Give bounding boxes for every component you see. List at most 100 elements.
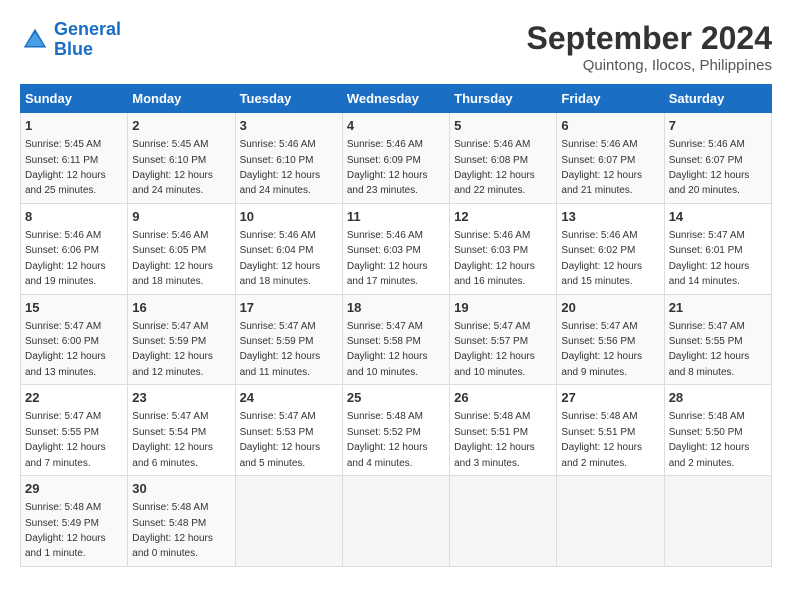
day-number: 10 [240, 208, 338, 226]
day-info: Sunrise: 5:48 AMSunset: 5:50 PMDaylight:… [669, 411, 750, 468]
empty-cell [557, 476, 664, 567]
col-monday: Monday [128, 85, 235, 113]
table-row: 10 Sunrise: 5:46 AMSunset: 6:04 PMDaylig… [235, 203, 342, 294]
day-number: 16 [132, 299, 230, 317]
day-info: Sunrise: 5:48 AMSunset: 5:49 PMDaylight:… [25, 502, 106, 559]
table-row: 19 Sunrise: 5:47 AMSunset: 5:57 PMDaylig… [450, 294, 557, 385]
logo-icon [20, 25, 50, 55]
day-info: Sunrise: 5:47 AMSunset: 5:56 PMDaylight:… [561, 321, 642, 378]
day-number: 21 [669, 299, 767, 317]
month-title: September 2024 [527, 20, 772, 57]
table-row: 25 Sunrise: 5:48 AMSunset: 5:52 PMDaylig… [342, 385, 449, 476]
day-number: 26 [454, 389, 552, 407]
day-info: Sunrise: 5:47 AMSunset: 5:59 PMDaylight:… [132, 321, 213, 378]
table-row: 1 Sunrise: 5:45 AMSunset: 6:11 PMDayligh… [21, 113, 128, 204]
table-row: 30 Sunrise: 5:48 AMSunset: 5:48 PMDaylig… [128, 476, 235, 567]
col-tuesday: Tuesday [235, 85, 342, 113]
day-info: Sunrise: 5:45 AMSunset: 6:11 PMDaylight:… [25, 139, 106, 196]
day-number: 2 [132, 117, 230, 135]
table-row: 27 Sunrise: 5:48 AMSunset: 5:51 PMDaylig… [557, 385, 664, 476]
table-row: 5 Sunrise: 5:46 AMSunset: 6:08 PMDayligh… [450, 113, 557, 204]
calendar-table: Sunday Monday Tuesday Wednesday Thursday… [20, 84, 772, 567]
day-info: Sunrise: 5:47 AMSunset: 5:58 PMDaylight:… [347, 321, 428, 378]
table-row: 17 Sunrise: 5:47 AMSunset: 5:59 PMDaylig… [235, 294, 342, 385]
col-friday: Friday [557, 85, 664, 113]
calendar-week-2: 8 Sunrise: 5:46 AMSunset: 6:06 PMDayligh… [21, 203, 772, 294]
day-number: 8 [25, 208, 123, 226]
empty-cell [664, 476, 771, 567]
calendar-header-row: Sunday Monday Tuesday Wednesday Thursday… [21, 85, 772, 113]
table-row: 11 Sunrise: 5:46 AMSunset: 6:03 PMDaylig… [342, 203, 449, 294]
day-number: 1 [25, 117, 123, 135]
title-area: September 2024 Quintong, Ilocos, Philipp… [527, 20, 772, 74]
day-number: 6 [561, 117, 659, 135]
day-info: Sunrise: 5:46 AMSunset: 6:02 PMDaylight:… [561, 230, 642, 287]
day-info: Sunrise: 5:46 AMSunset: 6:08 PMDaylight:… [454, 139, 535, 196]
day-number: 18 [347, 299, 445, 317]
table-row: 20 Sunrise: 5:47 AMSunset: 5:56 PMDaylig… [557, 294, 664, 385]
day-info: Sunrise: 5:46 AMSunset: 6:04 PMDaylight:… [240, 230, 321, 287]
empty-cell [450, 476, 557, 567]
calendar-week-4: 22 Sunrise: 5:47 AMSunset: 5:55 PMDaylig… [21, 385, 772, 476]
day-info: Sunrise: 5:46 AMSunset: 6:05 PMDaylight:… [132, 230, 213, 287]
day-number: 14 [669, 208, 767, 226]
day-number: 4 [347, 117, 445, 135]
day-info: Sunrise: 5:47 AMSunset: 6:00 PMDaylight:… [25, 321, 106, 378]
day-number: 5 [454, 117, 552, 135]
day-number: 9 [132, 208, 230, 226]
table-row: 15 Sunrise: 5:47 AMSunset: 6:00 PMDaylig… [21, 294, 128, 385]
day-info: Sunrise: 5:48 AMSunset: 5:48 PMDaylight:… [132, 502, 213, 559]
day-info: Sunrise: 5:46 AMSunset: 6:09 PMDaylight:… [347, 139, 428, 196]
day-number: 17 [240, 299, 338, 317]
page-header: General Blue September 2024 Quintong, Il… [20, 20, 772, 74]
logo-line2: Blue [54, 39, 93, 59]
day-info: Sunrise: 5:48 AMSunset: 5:51 PMDaylight:… [561, 411, 642, 468]
table-row: 26 Sunrise: 5:48 AMSunset: 5:51 PMDaylig… [450, 385, 557, 476]
location-title: Quintong, Ilocos, Philippines [527, 57, 772, 74]
col-thursday: Thursday [450, 85, 557, 113]
day-number: 30 [132, 480, 230, 498]
table-row: 12 Sunrise: 5:46 AMSunset: 6:03 PMDaylig… [450, 203, 557, 294]
table-row: 6 Sunrise: 5:46 AMSunset: 6:07 PMDayligh… [557, 113, 664, 204]
day-number: 22 [25, 389, 123, 407]
table-row: 14 Sunrise: 5:47 AMSunset: 6:01 PMDaylig… [664, 203, 771, 294]
day-info: Sunrise: 5:46 AMSunset: 6:06 PMDaylight:… [25, 230, 106, 287]
day-info: Sunrise: 5:47 AMSunset: 6:01 PMDaylight:… [669, 230, 750, 287]
table-row: 24 Sunrise: 5:47 AMSunset: 5:53 PMDaylig… [235, 385, 342, 476]
day-number: 28 [669, 389, 767, 407]
table-row: 21 Sunrise: 5:47 AMSunset: 5:55 PMDaylig… [664, 294, 771, 385]
empty-cell [342, 476, 449, 567]
day-number: 25 [347, 389, 445, 407]
day-info: Sunrise: 5:46 AMSunset: 6:03 PMDaylight:… [454, 230, 535, 287]
day-number: 11 [347, 208, 445, 226]
day-info: Sunrise: 5:47 AMSunset: 5:57 PMDaylight:… [454, 321, 535, 378]
day-number: 13 [561, 208, 659, 226]
day-info: Sunrise: 5:46 AMSunset: 6:10 PMDaylight:… [240, 139, 321, 196]
day-number: 7 [669, 117, 767, 135]
table-row: 29 Sunrise: 5:48 AMSunset: 5:49 PMDaylig… [21, 476, 128, 567]
table-row: 28 Sunrise: 5:48 AMSunset: 5:50 PMDaylig… [664, 385, 771, 476]
table-row: 16 Sunrise: 5:47 AMSunset: 5:59 PMDaylig… [128, 294, 235, 385]
table-row: 13 Sunrise: 5:46 AMSunset: 6:02 PMDaylig… [557, 203, 664, 294]
col-wednesday: Wednesday [342, 85, 449, 113]
day-info: Sunrise: 5:46 AMSunset: 6:07 PMDaylight:… [669, 139, 750, 196]
day-info: Sunrise: 5:47 AMSunset: 5:54 PMDaylight:… [132, 411, 213, 468]
table-row: 7 Sunrise: 5:46 AMSunset: 6:07 PMDayligh… [664, 113, 771, 204]
table-row: 9 Sunrise: 5:46 AMSunset: 6:05 PMDayligh… [128, 203, 235, 294]
empty-cell [235, 476, 342, 567]
day-number: 20 [561, 299, 659, 317]
table-row: 22 Sunrise: 5:47 AMSunset: 5:55 PMDaylig… [21, 385, 128, 476]
day-number: 23 [132, 389, 230, 407]
calendar-week-3: 15 Sunrise: 5:47 AMSunset: 6:00 PMDaylig… [21, 294, 772, 385]
calendar-week-5: 29 Sunrise: 5:48 AMSunset: 5:49 PMDaylig… [21, 476, 772, 567]
day-info: Sunrise: 5:46 AMSunset: 6:07 PMDaylight:… [561, 139, 642, 196]
day-info: Sunrise: 5:48 AMSunset: 5:52 PMDaylight:… [347, 411, 428, 468]
calendar-week-1: 1 Sunrise: 5:45 AMSunset: 6:11 PMDayligh… [21, 113, 772, 204]
day-info: Sunrise: 5:47 AMSunset: 5:59 PMDaylight:… [240, 321, 321, 378]
table-row: 2 Sunrise: 5:45 AMSunset: 6:10 PMDayligh… [128, 113, 235, 204]
table-row: 3 Sunrise: 5:46 AMSunset: 6:10 PMDayligh… [235, 113, 342, 204]
day-info: Sunrise: 5:48 AMSunset: 5:51 PMDaylight:… [454, 411, 535, 468]
day-info: Sunrise: 5:46 AMSunset: 6:03 PMDaylight:… [347, 230, 428, 287]
logo-text: General Blue [54, 20, 121, 60]
col-sunday: Sunday [21, 85, 128, 113]
